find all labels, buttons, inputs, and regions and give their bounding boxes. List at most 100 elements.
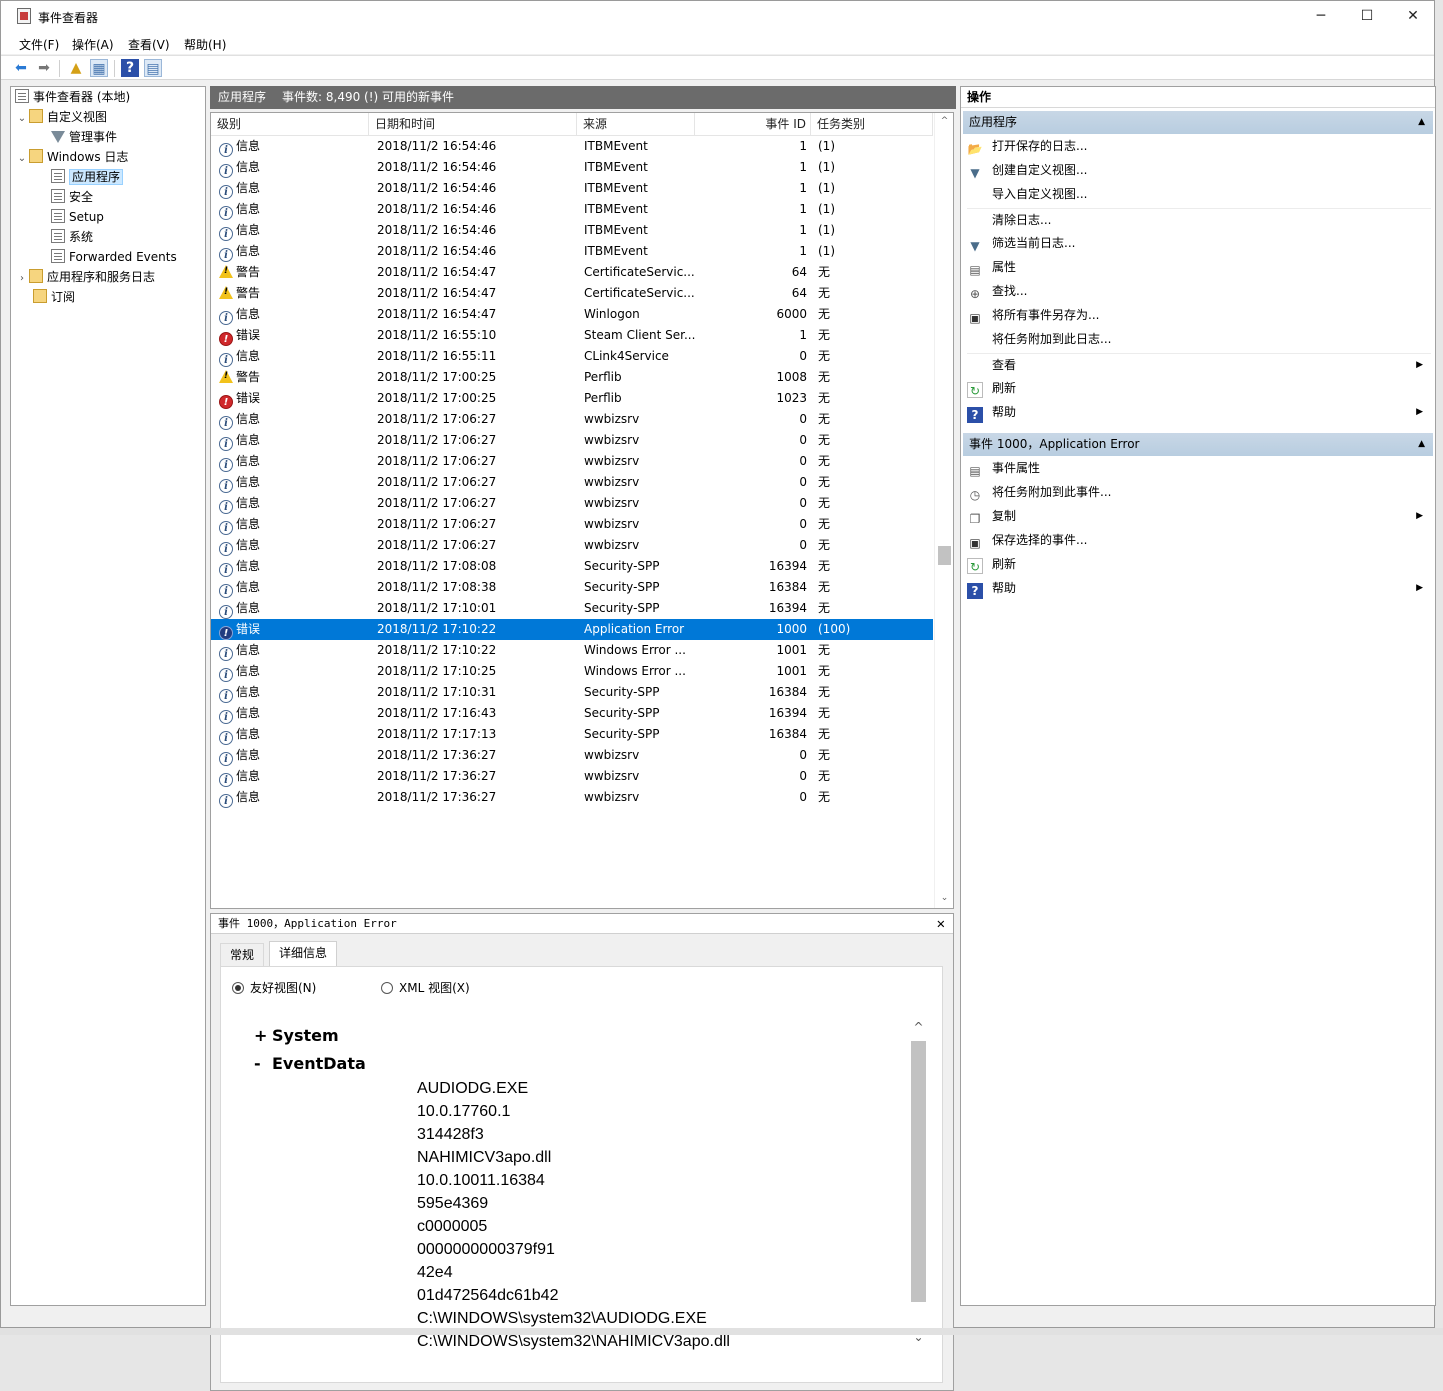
table-row[interactable]: i 信息 2018/11/2 17:16:43 Security-SPP 16394 无 xyxy=(211,703,933,724)
scroll-down-icon[interactable]: ⌄ xyxy=(935,890,953,907)
action-item[interactable]: ▼ 筛选当前日志... xyxy=(967,232,1431,254)
table-row[interactable]: i 信息 2018/11/2 17:36:27 wwbizsrv 0 无 xyxy=(211,745,933,766)
tree-admin-events[interactable]: 管理事件 xyxy=(51,127,117,147)
minimize-button[interactable]: ─ xyxy=(1298,1,1344,32)
table-row[interactable]: ! 错误 2018/11/2 17:00:25 Perflib 1023 无 xyxy=(211,388,933,409)
table-row[interactable]: 警告 2018/11/2 17:00:25 Perflib 1008 无 xyxy=(211,367,933,388)
action-item[interactable]: ▤ 属性 xyxy=(967,256,1431,278)
collapse-minus-icon[interactable]: - xyxy=(254,1054,272,1073)
scroll-thumb[interactable] xyxy=(938,546,951,565)
tree-windows-logs[interactable]: ⌄ Windows 日志 xyxy=(15,147,128,167)
show-action-pane-icon[interactable]: ▤ xyxy=(144,59,162,77)
tab-general[interactable]: 常规 xyxy=(220,943,265,966)
friendly-view-radio[interactable]: 友好视图(N) xyxy=(232,979,316,996)
table-row[interactable]: i 信息 2018/11/2 17:08:08 Security-SPP 16394 无 xyxy=(211,556,933,577)
table-row[interactable]: i 信息 2018/11/2 17:08:38 Security-SPP 16384 无 xyxy=(211,577,933,598)
detail-scrollbar[interactable]: ^ ⌄ xyxy=(910,1008,927,1361)
menu-view[interactable]: 查看(V) xyxy=(128,36,170,53)
event-list-scrollbar[interactable]: ^ ⌄ xyxy=(934,113,953,908)
forward-arrow-icon[interactable]: ➡ xyxy=(35,59,53,77)
table-row[interactable]: ! 错误 2018/11/2 17:10:22 Application Error 10… xyxy=(211,619,933,640)
menu-file[interactable]: 文件(F) xyxy=(19,36,59,53)
table-row[interactable]: i 信息 2018/11/2 17:36:27 wwbizsrv 0 无 xyxy=(211,766,933,787)
table-row[interactable]: i 信息 2018/11/2 16:55:11 CLink4Service 0 无 xyxy=(211,346,933,367)
action-item[interactable]: ⊕ 查找... xyxy=(967,280,1431,302)
tree-root[interactable]: 事件查看器 (本地) xyxy=(15,87,130,107)
action-item[interactable]: 查看 ▶ xyxy=(967,353,1431,375)
table-row[interactable]: i 信息 2018/11/2 17:06:27 wwbizsrv 0 无 xyxy=(211,514,933,535)
table-row[interactable]: i 信息 2018/11/2 17:06:27 wwbizsrv 0 无 xyxy=(211,430,933,451)
scroll-up-icon[interactable]: ^ xyxy=(935,113,953,130)
collapse-triangle-icon[interactable]: ▲ xyxy=(1418,111,1425,133)
action-item[interactable]: 📂 打开保存的日志... xyxy=(967,135,1431,157)
tree-apps-services[interactable]: › 应用程序和服务日志 xyxy=(15,267,155,287)
collapse-chevron-icon[interactable]: ⌄ xyxy=(15,109,29,129)
table-row[interactable]: i 信息 2018/11/2 16:54:46 ITBMEvent 1 (1) xyxy=(211,241,933,262)
col-task-category[interactable]: 任务类别 xyxy=(811,113,933,136)
action-item[interactable]: ◷ 将任务附加到此事件... xyxy=(967,481,1431,503)
actions-section-event[interactable]: 事件 1000，Application Error ▲ xyxy=(963,433,1433,456)
table-row[interactable]: i 信息 2018/11/2 17:06:27 wwbizsrv 0 无 xyxy=(211,493,933,514)
collapse-chevron-icon[interactable]: ⌄ xyxy=(15,149,29,169)
detail-scroll-thumb[interactable] xyxy=(911,1041,926,1302)
action-item[interactable]: 导入自定义视图... xyxy=(967,183,1431,205)
table-row[interactable]: i 信息 2018/11/2 17:06:27 wwbizsrv 0 无 xyxy=(211,409,933,430)
tree-subscriptions[interactable]: 订阅 xyxy=(33,287,75,307)
tree-security[interactable]: 安全 xyxy=(51,187,93,207)
col-source[interactable]: 来源 xyxy=(577,113,695,136)
menu-action[interactable]: 操作(A) xyxy=(72,36,114,53)
action-item[interactable]: 清除日志... xyxy=(967,208,1431,230)
table-row[interactable]: 警告 2018/11/2 16:54:47 CertificateServic...… xyxy=(211,283,933,304)
table-row[interactable]: i 信息 2018/11/2 17:36:27 wwbizsrv 0 无 xyxy=(211,787,933,808)
system-section[interactable]: + System xyxy=(254,1026,339,1045)
tree-application[interactable]: 应用程序 xyxy=(51,167,124,187)
table-row[interactable]: i 信息 2018/11/2 17:06:27 wwbizsrv 0 无 xyxy=(211,451,933,472)
action-item[interactable]: ❐ 复制 ▶ xyxy=(967,505,1431,527)
xml-view-radio[interactable]: XML 视图(X) xyxy=(381,979,470,996)
table-row[interactable]: i 信息 2018/11/2 16:54:46 ITBMEvent 1 (1) xyxy=(211,178,933,199)
show-hide-tree-icon[interactable]: ▦ xyxy=(90,59,108,77)
table-row[interactable]: ! 错误 2018/11/2 16:55:10 Steam Client Ser...… xyxy=(211,325,933,346)
action-item[interactable]: ↻ 刷新 xyxy=(967,553,1431,575)
table-row[interactable]: i 信息 2018/11/2 17:10:01 Security-SPP 16394 无 xyxy=(211,598,933,619)
actions-section-application[interactable]: 应用程序 ▲ xyxy=(963,111,1433,134)
eventdata-section[interactable]: - EventData xyxy=(254,1054,366,1073)
expand-plus-icon[interactable]: + xyxy=(254,1026,272,1045)
table-row[interactable]: i 信息 2018/11/2 16:54:46 ITBMEvent 1 (1) xyxy=(211,220,933,241)
expand-chevron-icon[interactable]: › xyxy=(15,269,29,289)
help-icon[interactable]: ? xyxy=(121,59,139,77)
table-row[interactable]: i 信息 2018/11/2 17:10:31 Security-SPP 16384 无 xyxy=(211,682,933,703)
close-button[interactable]: ✕ xyxy=(1390,1,1436,32)
close-detail-icon[interactable]: ✕ xyxy=(937,914,945,934)
tree-setup[interactable]: Setup xyxy=(51,207,104,227)
action-item[interactable]: ↻ 刷新 xyxy=(967,377,1431,399)
action-item[interactable]: ? 帮助 ▶ xyxy=(967,577,1431,599)
tree-forwarded-events[interactable]: Forwarded Events xyxy=(51,247,177,267)
up-folder-icon[interactable]: ▲ xyxy=(67,59,85,77)
table-row[interactable]: 警告 2018/11/2 16:54:47 CertificateServic...… xyxy=(211,262,933,283)
action-item[interactable]: 将任务附加到此日志... xyxy=(967,328,1431,350)
table-row[interactable]: i 信息 2018/11/2 17:17:13 Security-SPP 16384 无 xyxy=(211,724,933,745)
table-row[interactable]: i 信息 2018/11/2 16:54:47 Winlogon 6000 无 xyxy=(211,304,933,325)
action-item[interactable]: ? 帮助 ▶ xyxy=(967,401,1431,423)
table-row[interactable]: i 信息 2018/11/2 17:06:27 wwbizsrv 0 无 xyxy=(211,535,933,556)
action-item[interactable]: ▤ 事件属性 xyxy=(967,457,1431,479)
col-level[interactable]: 级别 xyxy=(211,113,369,136)
scroll-up-icon[interactable]: ^ xyxy=(910,1020,927,1034)
tab-details[interactable]: 详细信息 xyxy=(269,941,338,967)
menu-help[interactable]: 帮助(H) xyxy=(184,36,226,53)
table-row[interactable]: i 信息 2018/11/2 17:06:27 wwbizsrv 0 无 xyxy=(211,472,933,493)
action-item[interactable]: ▣ 将所有事件另存为... xyxy=(967,304,1431,326)
action-item[interactable]: ▼ 创建自定义视图... xyxy=(967,159,1431,181)
maximize-button[interactable]: ☐ xyxy=(1344,1,1390,32)
tree-custom-views[interactable]: ⌄ 自定义视图 xyxy=(15,107,107,127)
col-event-id[interactable]: 事件 ID xyxy=(695,113,811,136)
table-row[interactable]: i 信息 2018/11/2 17:10:25 Windows Error ... 10… xyxy=(211,661,933,682)
table-row[interactable]: i 信息 2018/11/2 16:54:46 ITBMEvent 1 (1) xyxy=(211,136,933,157)
table-row[interactable]: i 信息 2018/11/2 17:10:22 Windows Error ... 10… xyxy=(211,640,933,661)
table-row[interactable]: i 信息 2018/11/2 16:54:46 ITBMEvent 1 (1) xyxy=(211,199,933,220)
table-row[interactable]: i 信息 2018/11/2 16:54:46 ITBMEvent 1 (1) xyxy=(211,157,933,178)
action-item[interactable]: ▣ 保存选择的事件... xyxy=(967,529,1431,551)
tree-system[interactable]: 系统 xyxy=(51,227,93,247)
back-arrow-icon[interactable]: ⬅ xyxy=(12,59,30,77)
